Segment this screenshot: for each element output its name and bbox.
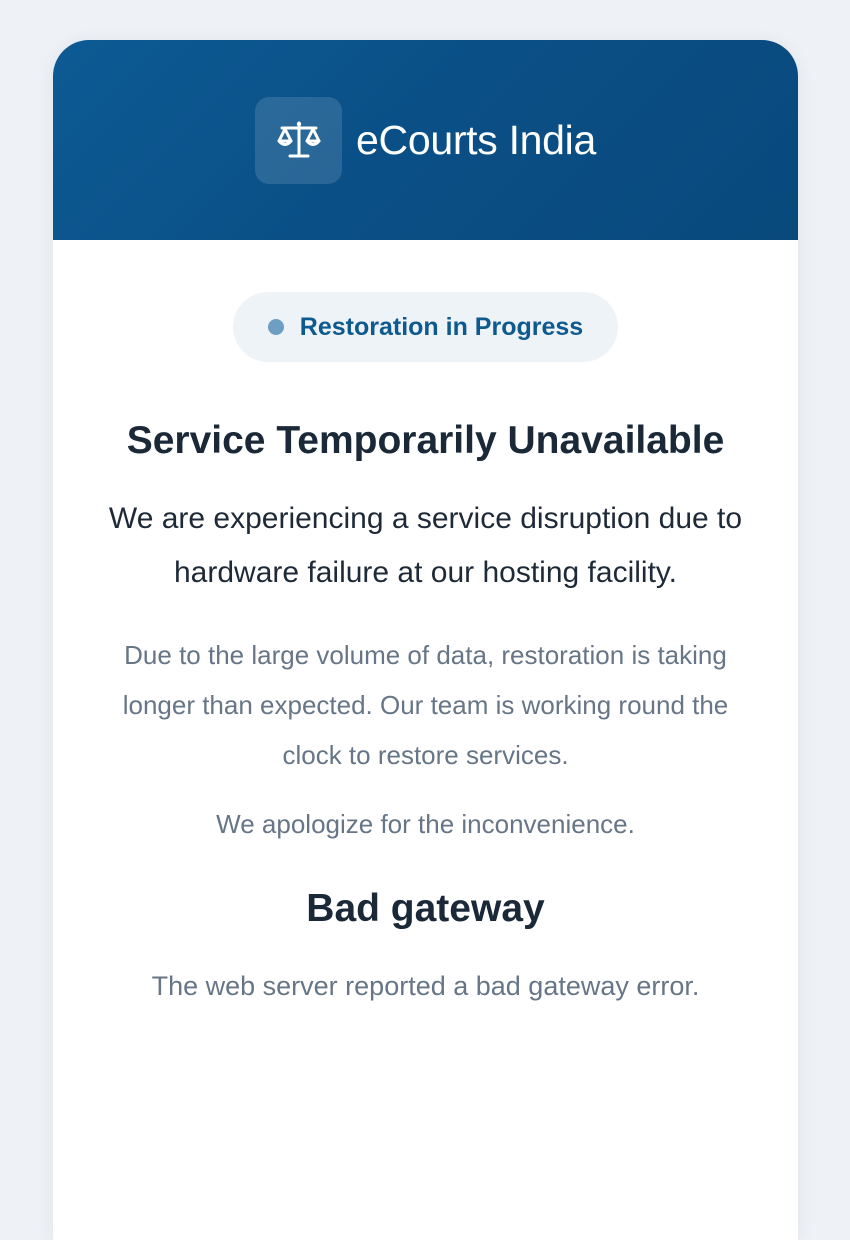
scales-of-justice-icon	[277, 121, 321, 158]
status-badge-label: Restoration in Progress	[299, 312, 584, 341]
card-body: Restoration in Progress Service Temporar…	[53, 240, 798, 1012]
status-badge: Restoration in Progress	[232, 292, 619, 362]
error-message: The web server reported a bad gateway er…	[151, 971, 700, 1001]
lead-message: We are experiencing a service disruption…	[108, 502, 743, 589]
status-card: eCourts India Restoration in Progress Se…	[53, 40, 798, 1240]
error-title: Bad gateway	[306, 887, 545, 930]
card-header: eCourts India	[53, 40, 798, 240]
status-dot-icon	[267, 319, 284, 335]
apology-message: We apologize for the inconvenience.	[216, 809, 635, 839]
detail-message: Due to the large volume of data, restora…	[122, 640, 729, 770]
brand-name: eCourts India	[356, 116, 596, 163]
page-title: Service Temporarily Unavailable	[126, 419, 725, 462]
logo	[255, 96, 343, 184]
